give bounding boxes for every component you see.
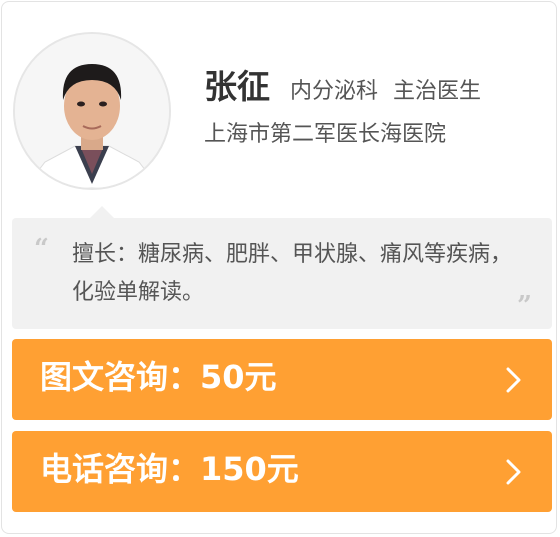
quote-open-icon: “	[34, 234, 49, 264]
phone-consult-button[interactable]: 电话咨询：150元	[12, 431, 552, 512]
doctor-photo-icon	[15, 34, 169, 188]
doctor-department: 内分泌科	[290, 79, 379, 104]
doctor-title: 主治医生	[393, 79, 482, 104]
phone-consult-label: 电话咨询：150元	[40, 450, 299, 488]
doctor-name: 张征	[204, 67, 270, 106]
doctor-card: 张征 内分泌科 主治医生 上海市第二军医长海医院 “ 擅长：糖尿病、肥胖、甲状腺…	[1, 1, 557, 534]
quote-close-icon: ”	[517, 291, 532, 321]
text-consult-label: 图文咨询：50元	[40, 358, 277, 396]
doctor-avatar	[13, 32, 171, 190]
specialty-text: 擅长：糖尿病、肥胖、甲状腺、痛风等疾病，化验单解读。	[72, 242, 513, 305]
chevron-right-icon	[506, 367, 521, 393]
specialty-box: “ 擅长：糖尿病、肥胖、甲状腺、痛风等疾病，化验单解读。 ”	[12, 206, 552, 329]
text-consult-button[interactable]: 图文咨询：50元	[12, 339, 552, 420]
doctor-hospital: 上海市第二军医长海医院	[204, 122, 447, 147]
doctor-dept-title: 内分泌科 主治医生	[290, 81, 481, 103]
chevron-right-icon	[506, 459, 521, 485]
speech-notch	[90, 206, 114, 218]
